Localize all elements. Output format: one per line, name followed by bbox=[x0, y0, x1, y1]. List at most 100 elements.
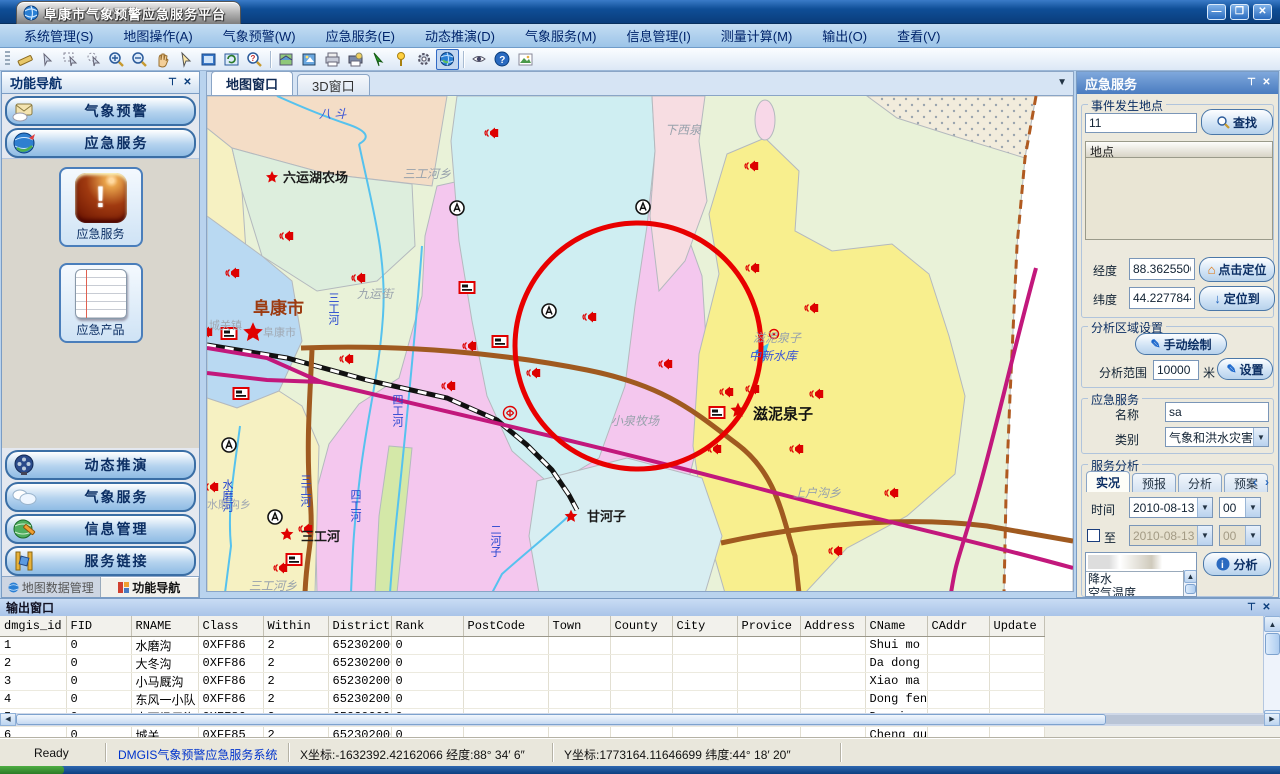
to-checkbox[interactable] bbox=[1087, 529, 1100, 542]
menu-map-ops[interactable]: 地图操作(A) bbox=[109, 23, 206, 48]
scroll-up-icon[interactable]: ▲ bbox=[1184, 570, 1197, 583]
scroll-up-icon[interactable]: ▲ bbox=[1264, 616, 1280, 632]
measure-icon[interactable] bbox=[13, 49, 36, 70]
table-row[interactable]: 10水磨沟0XFF8626523020000Shui mo gou bbox=[0, 636, 1044, 654]
date-select[interactable]: 2010-08-13 ▼ bbox=[1129, 497, 1213, 518]
tab-map-view[interactable]: 地图窗口 bbox=[211, 71, 293, 95]
tab-map-data-management[interactable]: 地图数据管理 bbox=[2, 577, 101, 597]
zoom-in-icon[interactable] bbox=[105, 49, 128, 70]
tab-scroll-left-icon[interactable]: ‹ bbox=[1253, 475, 1257, 489]
minimize-button[interactable]: — bbox=[1207, 4, 1226, 20]
table-column-header[interactable]: District bbox=[328, 616, 391, 636]
table-column-header[interactable]: Class bbox=[198, 616, 263, 636]
scroll-track[interactable] bbox=[1106, 715, 1264, 724]
tab-scroll-right-icon[interactable]: › bbox=[1265, 475, 1269, 489]
menu-system[interactable]: 系统管理(S) bbox=[10, 23, 107, 48]
table-column-header[interactable]: City bbox=[672, 616, 737, 636]
hour2-select[interactable]: 00 ▼ bbox=[1219, 525, 1261, 546]
menu-dynamic-deduction[interactable]: 动态推演(D) bbox=[411, 23, 509, 48]
search-button[interactable]: 查找 bbox=[1201, 109, 1273, 135]
help-icon[interactable]: ? bbox=[491, 49, 514, 70]
close-icon[interactable]: ✕ bbox=[180, 76, 195, 90]
element-listbox[interactable]: 降水 空气温度 ▲ bbox=[1085, 552, 1197, 597]
menu-weather-service[interactable]: 气象服务(M) bbox=[511, 23, 611, 48]
identify-icon[interactable]: ? bbox=[243, 49, 266, 70]
menu-output[interactable]: 输出(O) bbox=[808, 23, 881, 48]
select-point-icon[interactable] bbox=[36, 49, 59, 70]
snap-arrow-icon[interactable] bbox=[367, 49, 390, 70]
scroll-left-icon[interactable]: ◀ bbox=[0, 713, 16, 726]
manual-draw-button[interactable]: ✎ 手动绘制 bbox=[1135, 333, 1227, 355]
chevron-down-icon[interactable]: ▼ bbox=[1197, 526, 1212, 545]
table-column-header[interactable]: dmgis_id bbox=[0, 616, 66, 636]
menu-emergency-service[interactable]: 应急服务(E) bbox=[312, 23, 409, 48]
list-item[interactable]: 空气温度 bbox=[1088, 586, 1196, 597]
table-column-header[interactable]: County bbox=[610, 616, 672, 636]
table-column-header[interactable]: Within bbox=[263, 616, 328, 636]
tab-3d-view[interactable]: 3D窗口 bbox=[297, 74, 370, 95]
range-input[interactable] bbox=[1153, 360, 1199, 380]
tab-live[interactable]: 实况 bbox=[1086, 471, 1130, 492]
insert-image-icon[interactable] bbox=[514, 49, 537, 70]
table-column-header[interactable]: FID bbox=[66, 616, 131, 636]
scroll-right-icon[interactable]: ▶ bbox=[1264, 713, 1280, 726]
nav-emergency-service[interactable]: 应急服务 bbox=[5, 128, 196, 158]
chevron-down-icon[interactable]: ▼ bbox=[1057, 77, 1067, 88]
location-list[interactable] bbox=[1085, 158, 1273, 240]
locate-to-button[interactable]: ↓ 定位到 bbox=[1199, 286, 1275, 311]
menu-info-management[interactable]: 信息管理(I) bbox=[613, 23, 705, 48]
table-row[interactable]: 20大冬沟0XFF8626523020000Da dong gou bbox=[0, 654, 1044, 672]
location-search-input[interactable] bbox=[1085, 113, 1197, 133]
table-column-header[interactable]: RNAME bbox=[131, 616, 198, 636]
select-rect-icon[interactable] bbox=[59, 49, 82, 70]
toolbar-grip[interactable] bbox=[5, 51, 10, 67]
menu-view[interactable]: 查看(V) bbox=[883, 23, 954, 48]
nav-info-management[interactable]: 信息管理 bbox=[5, 514, 196, 544]
settings-gear-icon[interactable] bbox=[413, 49, 436, 70]
placemark-icon[interactable] bbox=[390, 49, 413, 70]
tab-analysis[interactable]: 分析 bbox=[1178, 473, 1222, 492]
refresh-view-icon[interactable] bbox=[220, 49, 243, 70]
table-column-header[interactable]: Rank bbox=[391, 616, 463, 636]
chevron-down-icon[interactable]: ▼ bbox=[1253, 428, 1268, 446]
table-row[interactable]: 40东风一小队0XFF8626523020000Dong fen... bbox=[0, 690, 1044, 708]
select-polygon-icon[interactable] bbox=[82, 49, 105, 70]
emergency-product-button[interactable]: 应急产品 bbox=[59, 263, 143, 343]
tab-function-nav[interactable]: 功能导航 bbox=[101, 577, 200, 597]
pointer-icon[interactable] bbox=[174, 49, 197, 70]
nav-dynamic-deduction[interactable]: 动态推演 bbox=[5, 450, 196, 480]
tab-forecast[interactable]: 预报 bbox=[1132, 473, 1176, 492]
table-row[interactable]: 30小马厩沟0XFF8626523020000Xiao ma ... bbox=[0, 672, 1044, 690]
list-item[interactable]: 降水 bbox=[1088, 572, 1196, 586]
chevron-down-icon[interactable]: ▼ bbox=[1245, 526, 1260, 545]
close-icon[interactable]: ✕ bbox=[1259, 76, 1274, 90]
scroll-thumb[interactable] bbox=[16, 714, 1106, 725]
table-column-header[interactable]: Town bbox=[548, 616, 610, 636]
chevron-down-icon[interactable]: ▼ bbox=[1245, 498, 1260, 517]
lat-input[interactable] bbox=[1129, 287, 1195, 309]
export-map-icon[interactable] bbox=[298, 49, 321, 70]
nav-weather-service[interactable]: 气象服务 bbox=[5, 482, 196, 512]
location-list-header[interactable]: 地点 bbox=[1085, 141, 1273, 158]
table-column-header[interactable]: Address bbox=[800, 616, 865, 636]
horizontal-scrollbar[interactable]: ◀ ▶ bbox=[0, 713, 1280, 726]
locate-click-button[interactable]: ⌂ 点击定位 bbox=[1199, 257, 1275, 282]
full-extent-icon[interactable] bbox=[197, 49, 220, 70]
table-column-header[interactable]: PostCode bbox=[463, 616, 548, 636]
vertical-scrollbar[interactable]: ▲ ▼ bbox=[1263, 616, 1280, 726]
hour-select[interactable]: 00 ▼ bbox=[1219, 497, 1261, 518]
nav-service-links[interactable]: 服务链接 bbox=[5, 546, 196, 576]
pin-icon[interactable]: ⊤ bbox=[1244, 76, 1259, 90]
zoom-out-icon[interactable] bbox=[128, 49, 151, 70]
map-canvas[interactable]: 八 斗六运湖农场三工河乡下西泉九运街阜康市城关镇阜康市滋泥泉子中新水库滋泥泉子小… bbox=[206, 95, 1074, 592]
close-button[interactable]: ✕ bbox=[1253, 4, 1272, 20]
set-button[interactable]: ✎ 设置 bbox=[1217, 358, 1273, 380]
type-select[interactable]: 气象和洪水灾害 ▼ bbox=[1165, 427, 1269, 447]
globe-service-icon[interactable] bbox=[436, 49, 459, 70]
pin-icon[interactable]: ⊤ bbox=[165, 76, 180, 90]
restore-button[interactable]: ❐ bbox=[1230, 4, 1249, 20]
scroll-thumb[interactable] bbox=[1265, 633, 1280, 655]
nav-weather-warning[interactable]: 气象预警 bbox=[5, 96, 196, 126]
chevron-down-icon[interactable]: ▼ bbox=[1197, 498, 1212, 517]
list-scroll-thumb[interactable] bbox=[1185, 584, 1196, 594]
